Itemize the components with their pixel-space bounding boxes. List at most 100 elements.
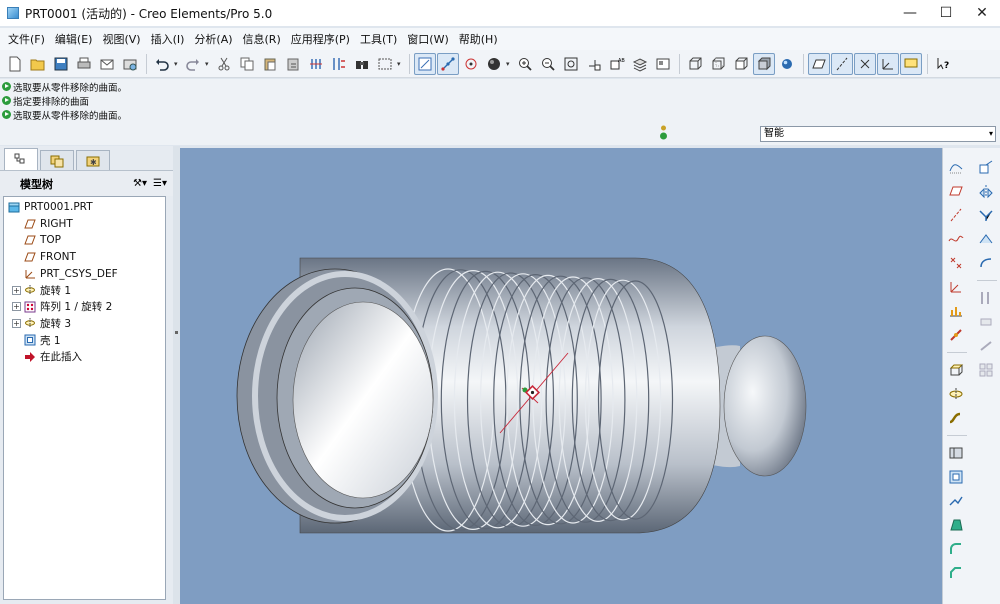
tree-node[interactable]: TOP <box>4 232 165 249</box>
rib-icon[interactable] <box>945 490 967 512</box>
panel-splitter[interactable] <box>173 146 180 604</box>
tree-node[interactable]: RIGHT <box>4 216 165 233</box>
datum-curve-tool-icon[interactable] <box>945 228 967 250</box>
tree-node[interactable]: 壳 1 <box>4 332 165 349</box>
tree-node[interactable]: + 旋转 1 <box>4 282 165 299</box>
extend-icon[interactable] <box>975 252 997 274</box>
zoom-in-icon[interactable] <box>514 53 536 75</box>
display-style-dropdown-icon[interactable]: ▾ <box>506 60 514 68</box>
view-manager-icon[interactable] <box>652 53 674 75</box>
merge-icon[interactable] <box>975 204 997 226</box>
pattern-tool-icon[interactable] <box>975 359 997 381</box>
saved-views-icon[interactable]: AB <box>606 53 628 75</box>
menu-insert[interactable]: 插入(I) <box>146 31 190 47</box>
plane-display-icon[interactable] <box>808 52 830 75</box>
thicken-icon[interactable] <box>975 311 997 333</box>
sweep-icon[interactable] <box>945 407 967 429</box>
model-tree-tab-icon[interactable] <box>4 148 38 170</box>
tree-node[interactable]: + 旋转 3 <box>4 315 165 332</box>
new-file-icon[interactable] <box>4 53 26 75</box>
tree-node[interactable]: + 阵列 1 / 旋转 2 <box>4 299 165 316</box>
favorites-tab-icon[interactable]: ✱ <box>76 150 110 170</box>
undo-dropdown-icon[interactable]: ▾ <box>174 60 182 68</box>
csys-display-icon[interactable] <box>877 52 899 75</box>
tree-node[interactable]: FRONT <box>4 249 165 266</box>
zoom-out-icon[interactable] <box>537 53 559 75</box>
annotation-display-icon[interactable] <box>900 52 922 75</box>
orient-mode-icon[interactable] <box>460 53 482 75</box>
expand-icon[interactable]: + <box>12 302 21 312</box>
datum-axis-tool-icon[interactable] <box>945 204 967 226</box>
paste-special-icon[interactable] <box>282 53 304 75</box>
save-icon[interactable] <box>50 53 72 75</box>
send-link-icon[interactable] <box>119 53 141 75</box>
hidden-line-icon[interactable] <box>707 53 729 75</box>
csys-tool-icon[interactable] <box>945 276 967 298</box>
copy-icon[interactable] <box>236 53 258 75</box>
chamfer-icon[interactable] <box>945 562 967 584</box>
spin-center-icon[interactable] <box>437 52 459 75</box>
mirror-icon[interactable] <box>975 180 997 202</box>
regen-manager-icon[interactable] <box>328 53 350 75</box>
revolve-tool-icon[interactable] <box>945 383 967 405</box>
reorient-icon[interactable] <box>583 53 605 75</box>
menu-window[interactable]: 窗口(W) <box>402 31 453 47</box>
layers-icon[interactable] <box>629 53 651 75</box>
display-style-icon[interactable] <box>483 53 505 75</box>
menu-tools[interactable]: 工具(T) <box>355 31 402 47</box>
context-help-icon[interactable]: ? <box>932 53 954 75</box>
menu-applications[interactable]: 应用程序(P) <box>286 31 355 47</box>
sketch-icon[interactable] <box>945 156 967 178</box>
tree-node[interactable]: PRT0001.PRT <box>4 199 165 216</box>
paste-icon[interactable] <box>259 53 281 75</box>
cut-icon[interactable] <box>213 53 235 75</box>
minimize-icon[interactable]: — <box>892 0 928 26</box>
menu-file[interactable]: 文件(F) <box>3 31 50 47</box>
round-icon[interactable] <box>945 538 967 560</box>
open-folder-icon[interactable] <box>27 53 49 75</box>
expand-icon[interactable]: + <box>12 285 21 295</box>
trim-icon[interactable] <box>975 228 997 250</box>
expand-icon[interactable]: + <box>12 318 21 328</box>
solidify-icon[interactable] <box>975 335 997 357</box>
select-box-icon[interactable] <box>374 53 396 75</box>
tree-show-icon[interactable]: ☰▾ <box>153 178 167 189</box>
redo-dropdown-icon[interactable]: ▾ <box>205 60 213 68</box>
analysis-feature-icon[interactable] <box>945 300 967 322</box>
tree-node[interactable]: PRT_CSYS_DEF <box>4 265 165 282</box>
shell-tool-icon[interactable] <box>945 466 967 488</box>
close-icon[interactable]: ✕ <box>964 0 1000 26</box>
regenerate-icon[interactable] <box>305 53 327 75</box>
cross-section-tool-icon[interactable] <box>945 324 967 346</box>
send-mail-icon[interactable] <box>96 53 118 75</box>
menu-edit[interactable]: 编辑(E) <box>50 31 98 47</box>
copy-geometry-icon[interactable] <box>975 156 997 178</box>
extrude-icon[interactable] <box>945 359 967 381</box>
hole-icon[interactable] <box>945 442 967 464</box>
draft-icon[interactable] <box>945 514 967 536</box>
maximize-icon[interactable]: ☐ <box>928 0 964 26</box>
graphics-viewport[interactable] <box>180 148 942 604</box>
tree-settings-icon[interactable]: ⚒▾ <box>133 178 147 189</box>
print-icon[interactable] <box>73 53 95 75</box>
selection-filter-select[interactable]: 智能 ▾ <box>760 126 996 142</box>
menu-info[interactable]: 信息(R) <box>238 31 286 47</box>
menu-view[interactable]: 视图(V) <box>97 31 145 47</box>
undo-icon[interactable] <box>151 53 173 75</box>
no-hidden-icon[interactable] <box>730 53 752 75</box>
enhanced-realism-icon[interactable] <box>776 53 798 75</box>
offset-icon[interactable] <box>975 287 997 309</box>
menu-help[interactable]: 帮助(H) <box>454 31 503 47</box>
shading-icon[interactable] <box>753 52 775 75</box>
repaint-icon[interactable] <box>414 52 436 75</box>
datum-point-tool-icon[interactable] <box>945 252 967 274</box>
point-display-icon[interactable] <box>854 52 876 75</box>
folder-browser-tab-icon[interactable] <box>40 150 74 170</box>
redo-icon[interactable] <box>182 53 204 75</box>
find-icon[interactable] <box>351 53 373 75</box>
wireframe-icon[interactable] <box>684 53 706 75</box>
select-dropdown-icon[interactable]: ▾ <box>397 60 405 68</box>
tree-node[interactable]: 在此插入 <box>4 348 165 365</box>
axis-display-icon[interactable] <box>831 52 853 75</box>
refit-icon[interactable] <box>560 53 582 75</box>
